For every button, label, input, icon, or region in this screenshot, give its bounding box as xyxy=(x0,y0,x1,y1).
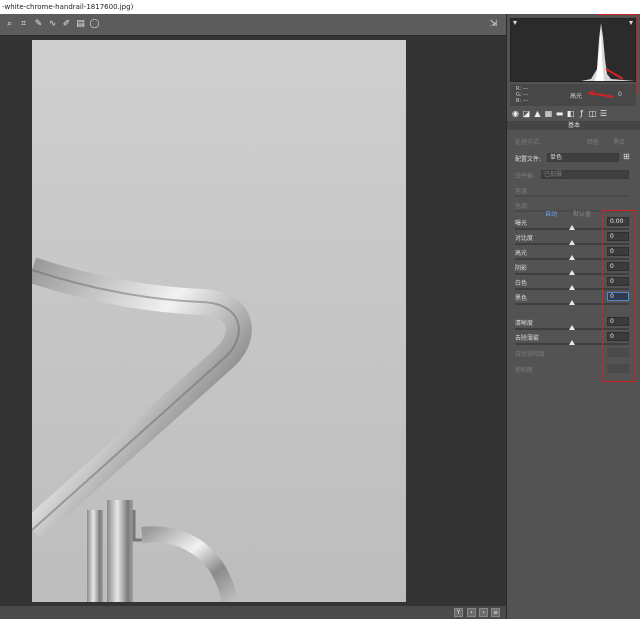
readout-label: 高光 xyxy=(570,93,583,100)
slider-thumb[interactable] xyxy=(569,340,575,345)
hsl-tab-icon[interactable]: ▦ xyxy=(544,109,553,118)
slider-label: 阴影 xyxy=(515,265,528,272)
status-bar: Y ‹ › ≡ xyxy=(0,606,506,619)
slider-thumb[interactable] xyxy=(569,285,575,290)
window-title: -white-chrome-handrail-1817600.jpg) xyxy=(0,0,640,14)
next-view-button[interactable]: › xyxy=(479,608,488,617)
crop-tool-icon[interactable]: ⌗ xyxy=(18,19,29,30)
toolbar: ⌕ ⌗ ✎ ∿ ✐ ▤ ◯ ⇲ xyxy=(0,14,506,36)
wb-label: 白平衡: xyxy=(515,173,536,180)
slider-thumb[interactable] xyxy=(569,240,575,245)
image-canvas xyxy=(0,36,506,606)
temp-slider-track[interactable] xyxy=(515,195,629,197)
slider-label: 高光 xyxy=(515,250,528,257)
spot-removal-icon[interactable]: ✎ xyxy=(33,19,44,30)
radial-filter-icon[interactable]: ◯ xyxy=(89,19,100,30)
graduated-filter-icon[interactable]: ▤ xyxy=(75,19,86,30)
prev-view-button[interactable]: ‹ xyxy=(467,608,476,617)
slider-label: 曝光 xyxy=(515,220,528,227)
slider-thumb[interactable] xyxy=(569,225,575,230)
profile-label: 配置文件: xyxy=(515,156,542,163)
temp-label: 色温 xyxy=(515,188,528,195)
tint-label: 色调 xyxy=(515,203,528,210)
brush-icon[interactable]: ✐ xyxy=(61,19,72,30)
slider-label: 去除薄雾 xyxy=(515,335,540,342)
slider-label: 清晰度 xyxy=(515,320,534,327)
auto-button[interactable]: 自动 xyxy=(545,209,557,218)
fx-tab-icon[interactable]: ƒ xyxy=(577,109,586,118)
annotation-box-histogram xyxy=(597,14,638,94)
vibrance-label: 自然饱和度 xyxy=(515,351,546,358)
annotation-box xyxy=(602,210,636,382)
view-options-button[interactable]: ≡ xyxy=(491,608,500,617)
zoom-tool-icon[interactable]: ⌕ xyxy=(4,19,15,30)
slider-label: 白色 xyxy=(515,280,528,287)
b-label: B: xyxy=(516,98,522,104)
basic-tab-icon[interactable]: ◉ xyxy=(511,109,520,118)
presets-tab-icon[interactable]: ☰ xyxy=(599,109,608,118)
before-after-button[interactable]: Y xyxy=(454,608,463,617)
section-title: 基本 xyxy=(507,121,640,130)
slider-thumb[interactable] xyxy=(569,325,575,330)
process-label: 处理方式: xyxy=(515,139,542,146)
slider-thumb[interactable] xyxy=(569,255,575,260)
tone-curve-tab-icon[interactable]: ◪ xyxy=(522,109,531,118)
handrail-photo xyxy=(32,257,252,602)
slider-label: 黑色 xyxy=(515,295,528,302)
default-button[interactable]: 默认值 xyxy=(573,209,591,218)
profile-select[interactable]: 单色 xyxy=(547,153,619,162)
option-color[interactable]: 颜色 xyxy=(587,137,599,146)
red-eye-icon[interactable]: ∿ xyxy=(47,19,58,30)
photo-preview xyxy=(32,40,406,602)
lens-tab-icon[interactable]: ◧ xyxy=(566,109,575,118)
profile-browser-icon[interactable]: ⊞ xyxy=(623,152,630,161)
panel-tabs: ◉ ◪ ▲ ▦ ▬ ◧ ƒ ◫ ☰ xyxy=(507,108,640,120)
slider-label: 对比度 xyxy=(515,235,534,242)
slider-thumb[interactable] xyxy=(569,300,575,305)
saturation-label: 饱和度 xyxy=(515,367,534,374)
split-toning-tab-icon[interactable]: ▬ xyxy=(555,109,564,118)
b-value: --- xyxy=(522,98,529,104)
export-icon[interactable]: ⇲ xyxy=(488,19,499,30)
option-bw[interactable]: 黑白 xyxy=(613,137,625,146)
detail-tab-icon[interactable]: ▲ xyxy=(533,109,542,118)
calibration-tab-icon[interactable]: ◫ xyxy=(588,109,597,118)
wb-select[interactable]: 已拍摄 xyxy=(541,170,629,179)
slider-thumb[interactable] xyxy=(569,270,575,275)
